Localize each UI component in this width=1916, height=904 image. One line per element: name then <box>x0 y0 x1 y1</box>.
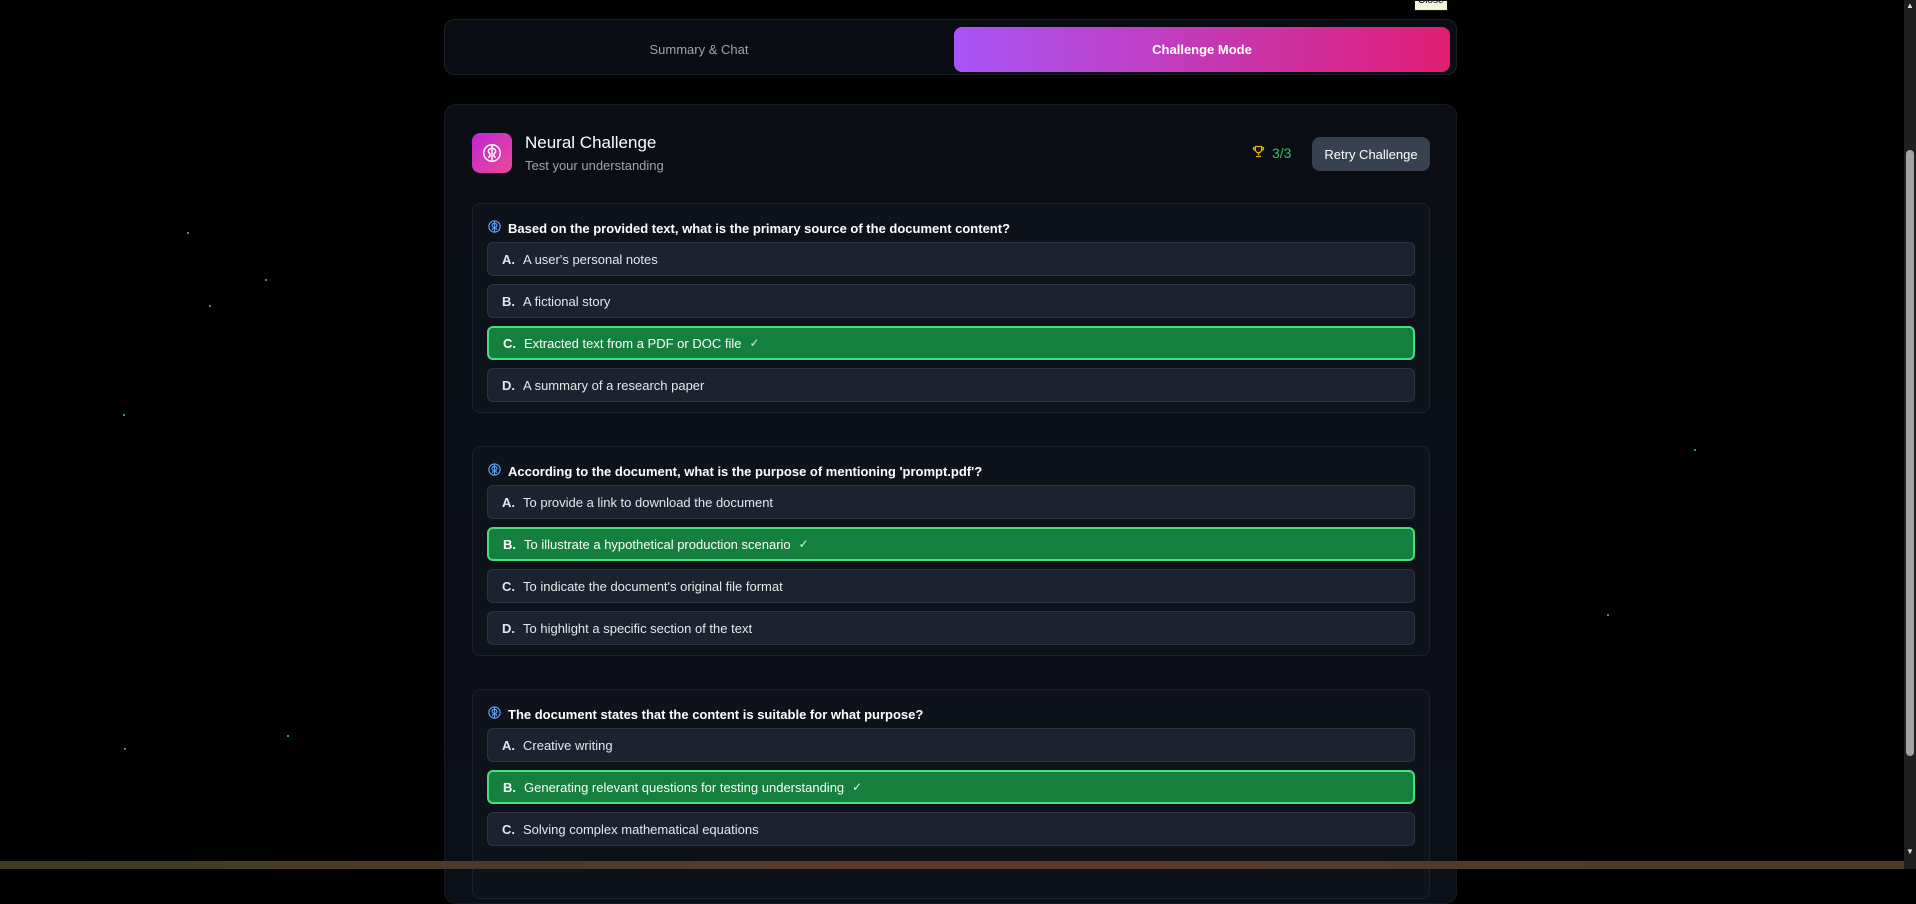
option-letter: B. <box>503 536 516 552</box>
page-title: Neural Challenge <box>525 133 657 152</box>
option-letter: A. <box>502 737 515 753</box>
tab-challenge-mode[interactable]: Challenge Mode <box>954 27 1450 72</box>
question-card: According to the document, what is the p… <box>472 446 1430 656</box>
question-header: The document states that the content is … <box>487 705 923 723</box>
taskbar-strip <box>0 861 1904 869</box>
scrollbar-thumb[interactable] <box>1906 150 1914 756</box>
question-text: Based on the provided text, what is the … <box>508 220 1011 236</box>
star <box>124 748 126 750</box>
answer-option[interactable]: C. Extracted text from a PDF or DOC file ✓ <box>487 326 1415 360</box>
option-letter: A. <box>502 494 515 510</box>
tab-summary-chat[interactable]: Summary & Chat <box>451 27 947 72</box>
score-value: 3/3 <box>1272 145 1292 161</box>
question-header: Based on the provided text, what is the … <box>487 219 1010 237</box>
star <box>187 232 189 234</box>
option-letter: C. <box>502 821 515 837</box>
answer-option[interactable]: A. Creative writing <box>487 728 1415 762</box>
answer-option[interactable]: B. A fictional story <box>487 284 1415 318</box>
option-letter: B. <box>503 779 516 795</box>
answer-option[interactable]: A. A user's personal notes <box>487 242 1415 276</box>
option-letter: C. <box>502 578 515 594</box>
option-text: Solving complex mathematical equations <box>523 821 759 837</box>
check-icon: ✓ <box>798 537 809 551</box>
challenge-panel: Neural Challenge Test your understanding… <box>444 104 1457 904</box>
brain-icon <box>487 462 502 480</box>
option-text: A summary of a research paper <box>523 377 705 393</box>
option-text: Generating relevant questions for testin… <box>524 779 845 795</box>
mode-tabs: Summary & Chat Challenge Mode <box>444 19 1457 75</box>
check-icon: ✓ <box>852 780 863 794</box>
option-letter: D. <box>502 377 515 393</box>
page-subtitle: Test your understanding <box>525 158 664 173</box>
star <box>265 279 267 281</box>
option-letter: C. <box>503 335 516 351</box>
answer-option[interactable]: B. Generating relevant questions for test… <box>487 770 1415 804</box>
check-icon: ✓ <box>749 336 760 350</box>
option-letter: A. <box>502 251 515 267</box>
option-text: To provide a link to download the docume… <box>523 494 774 510</box>
question-card: Based on the provided text, what is the … <box>472 203 1430 413</box>
option-text: To indicate the document's original file… <box>523 578 783 594</box>
brain-icon <box>487 705 502 723</box>
scroll-down-arrow-icon[interactable]: ▼ <box>1904 846 1916 858</box>
answer-option[interactable]: B. To illustrate a hypothetical productio… <box>487 527 1415 561</box>
option-text: To highlight a specific section of the t… <box>523 620 753 636</box>
star <box>209 305 211 307</box>
option-text: A user's personal notes <box>523 251 658 267</box>
close-button[interactable]: Close <box>1414 0 1448 11</box>
brain-icon <box>472 133 512 173</box>
question-text: The document states that the content is … <box>508 706 924 722</box>
question-text: According to the document, what is the p… <box>508 463 983 479</box>
answer-option[interactable]: C. Solving complex mathematical equations <box>487 812 1415 846</box>
option-text: Creative writing <box>523 737 613 753</box>
brain-icon <box>487 219 502 237</box>
question-header: According to the document, what is the p… <box>487 462 982 480</box>
star <box>1694 449 1696 451</box>
star <box>123 414 125 416</box>
score-display: 3/3 <box>1251 144 1291 162</box>
answer-option[interactable]: D. A summary of a research paper <box>487 368 1415 402</box>
trophy-icon <box>1251 144 1266 162</box>
option-letter: B. <box>502 293 515 309</box>
answer-option[interactable]: C. To indicate the document's original fi… <box>487 569 1415 603</box>
option-text: A fictional story <box>523 293 611 309</box>
answer-option[interactable]: D. To highlight a specific section of the… <box>487 611 1415 645</box>
star <box>287 735 289 737</box>
star <box>1607 614 1609 616</box>
option-text: Extracted text from a PDF or DOC file <box>524 335 742 351</box>
option-letter: D. <box>502 620 515 636</box>
answer-option[interactable]: A. To provide a link to download the docu… <box>487 485 1415 519</box>
scroll-up-arrow-icon[interactable]: ▲ <box>1904 0 1916 12</box>
option-text: To illustrate a hypothetical production … <box>524 536 791 552</box>
retry-challenge-button[interactable]: Retry Challenge <box>1312 137 1430 171</box>
